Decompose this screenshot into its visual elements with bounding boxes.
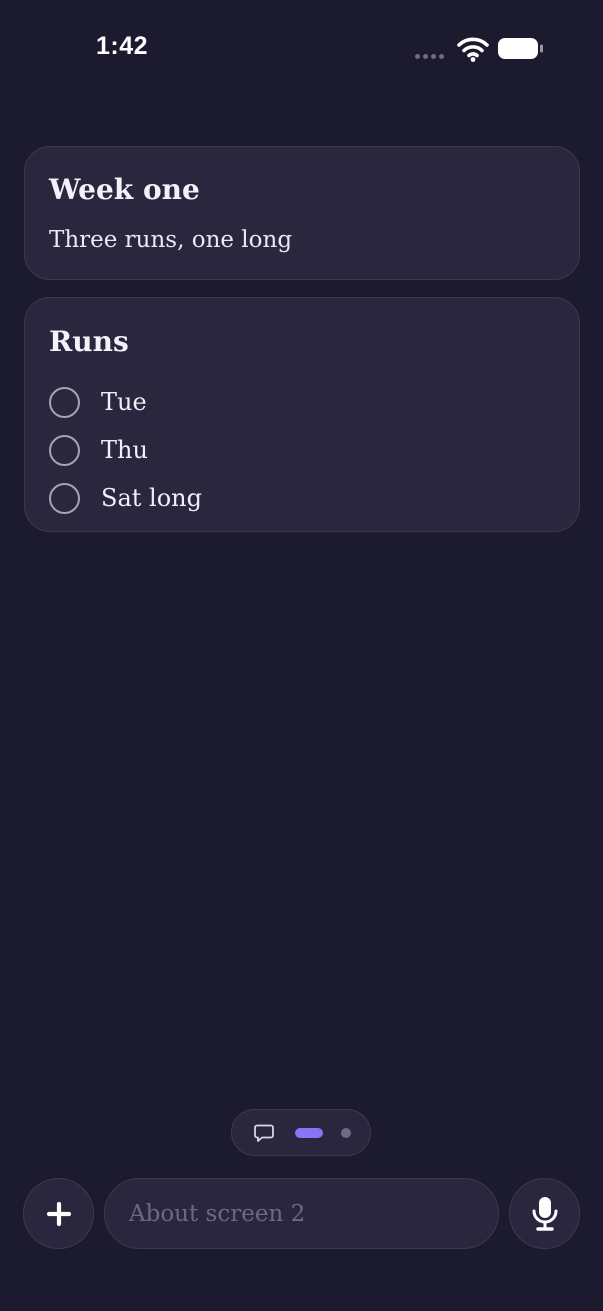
unchecked-circle-icon[interactable] (49, 434, 80, 466)
page-dot-active[interactable] (295, 1128, 323, 1138)
run-item-sat-long[interactable]: Sat long (49, 474, 202, 522)
microphone-button[interactable] (509, 1178, 580, 1249)
runs-title: Runs (49, 325, 129, 358)
run-item-label: Tue (101, 388, 147, 416)
run-item-label: Thu (101, 436, 148, 464)
runs-card: Runs Tue Thu Sat long (24, 297, 580, 532)
chat-bubble-icon[interactable] (253, 1122, 275, 1144)
status-time: 1:42 (96, 32, 149, 60)
message-input[interactable] (104, 1178, 499, 1249)
week-card: Week one Three runs, one long (24, 146, 580, 280)
wifi-icon (457, 37, 489, 62)
unchecked-circle-icon[interactable] (49, 386, 80, 418)
page-indicator (231, 1109, 371, 1156)
status-bar: 1:42 (0, 0, 603, 96)
microphone-icon (532, 1196, 557, 1231)
cellular-signal-icon (415, 52, 449, 60)
runs-checklist: Tue Thu Sat long (49, 378, 202, 522)
plus-icon (46, 1201, 71, 1226)
page-dot[interactable] (341, 1128, 351, 1138)
week-subtitle: Three runs, one long (49, 227, 293, 253)
add-button[interactable] (23, 1178, 94, 1249)
unchecked-circle-icon[interactable] (49, 482, 80, 514)
run-item-thu[interactable]: Thu (49, 426, 202, 474)
week-title: Week one (49, 173, 200, 206)
run-item-tue[interactable]: Tue (49, 378, 202, 426)
battery-icon (498, 38, 543, 59)
run-item-label: Sat long (101, 484, 202, 512)
